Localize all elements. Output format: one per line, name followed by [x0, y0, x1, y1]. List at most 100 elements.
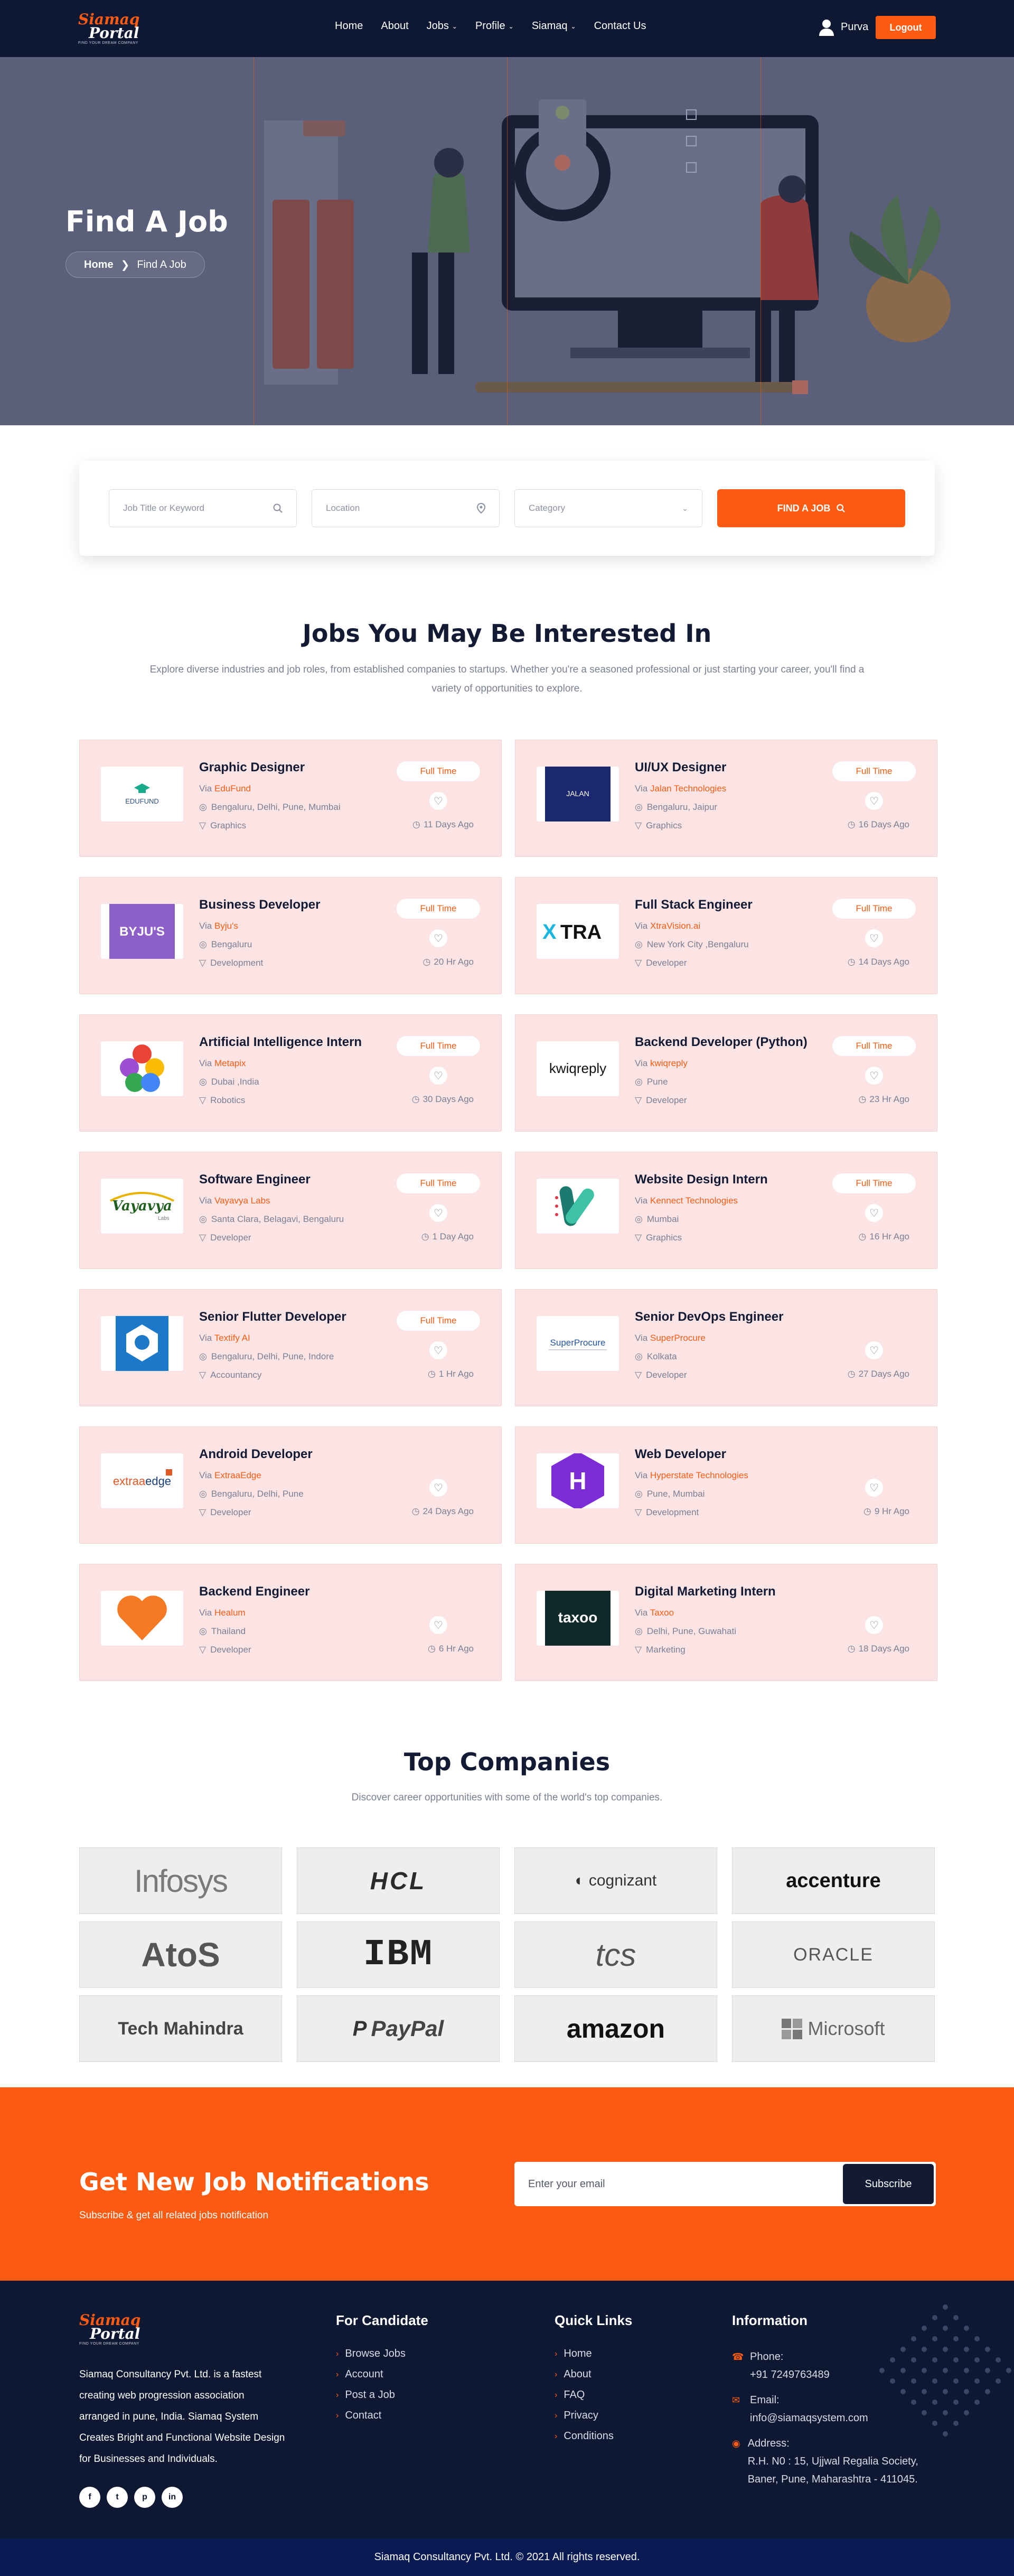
- linkedin-icon[interactable]: in: [162, 2487, 183, 2508]
- company-logo[interactable]: [101, 1316, 183, 1371]
- job-title[interactable]: Backend Developer (Python): [635, 1035, 808, 1050]
- job-card[interactable]: H Web Developer Via Hyperstate Technologie…: [515, 1426, 937, 1544]
- company-link[interactable]: Byju's: [214, 921, 238, 931]
- company-logo[interactable]: extraaedge: [101, 1453, 183, 1508]
- site-logo[interactable]: Siamaq Portal FIND YOUR DREAM COMPANY: [78, 12, 157, 45]
- facebook-icon[interactable]: f: [79, 2487, 100, 2508]
- job-card[interactable]: JALAN UI/UX Designer Via Jalan Technologie…: [515, 740, 937, 857]
- footer-link[interactable]: › Privacy: [555, 2410, 632, 2422]
- nav-item-siamaq[interactable]: Siamaq ⌄: [523, 20, 585, 32]
- keyword-input[interactable]: Job Title or Keyword: [109, 489, 297, 527]
- company-logo-tile[interactable]: HCL: [297, 1847, 500, 1914]
- job-card[interactable]: X TRA Full Stack Engineer Via XtraVision.ai…: [515, 877, 937, 994]
- company-link[interactable]: Taxoo: [650, 1608, 674, 1618]
- company-logo-tile[interactable]: ◐ cognizant: [514, 1847, 717, 1914]
- category-select[interactable]: Category ⌄: [514, 489, 702, 527]
- company-logo[interactable]: X TRA: [537, 904, 619, 959]
- company-logo-tile[interactable]: P PayPal: [297, 1995, 500, 2062]
- heart-icon[interactable]: ♡: [865, 792, 883, 810]
- job-title[interactable]: Senior DevOps Engineer: [635, 1310, 783, 1324]
- heart-icon[interactable]: ♡: [865, 1616, 883, 1634]
- company-logo-tile[interactable]: Tech Mahindra: [79, 1995, 282, 2062]
- job-card[interactable]: Senior Flutter Developer Via Textify AI ◎ B…: [79, 1289, 502, 1406]
- pinterest-icon[interactable]: p: [134, 2487, 155, 2508]
- company-logo[interactable]: SuperProcure: [537, 1316, 619, 1371]
- job-title[interactable]: Website Design Intern: [635, 1172, 768, 1187]
- heart-icon[interactable]: ♡: [429, 1479, 447, 1497]
- job-card[interactable]: extraaedge Android Developer Via ExtraaEdg…: [79, 1426, 502, 1544]
- company-logo[interactable]: kwiqreply: [537, 1041, 619, 1096]
- company-logo[interactable]: [101, 1591, 183, 1646]
- job-title[interactable]: Senior Flutter Developer: [199, 1310, 346, 1324]
- heart-icon[interactable]: ♡: [429, 1616, 447, 1634]
- nav-item-contact-us[interactable]: Contact Us: [585, 20, 655, 32]
- job-card[interactable]: Backend Engineer Via Healum ◎ Thailand ▽ Deve…: [79, 1564, 502, 1681]
- company-logo[interactable]: EDUFUND: [101, 767, 183, 822]
- heart-icon[interactable]: ♡: [865, 929, 883, 947]
- company-link[interactable]: Healum: [214, 1608, 246, 1618]
- job-title[interactable]: Full Stack Engineer: [635, 898, 753, 912]
- job-title[interactable]: Graphic Designer: [199, 760, 305, 775]
- company-logo[interactable]: [537, 1179, 619, 1234]
- company-logo-tile[interactable]: Microsoft: [732, 1995, 935, 2062]
- job-card[interactable]: Vayavya Labs Software Engineer Via Vayavya …: [79, 1152, 502, 1269]
- job-title[interactable]: Artificial Intelligence Intern: [199, 1035, 362, 1050]
- location-input[interactable]: Location: [312, 489, 500, 527]
- job-card[interactable]: kwiqreply Backend Developer (Python) Via k…: [515, 1014, 937, 1132]
- job-card[interactable]: Artificial Intelligence Intern Via Metapi…: [79, 1014, 502, 1132]
- breadcrumb-home-link[interactable]: Home: [84, 259, 114, 271]
- heart-icon[interactable]: ♡: [865, 1067, 883, 1085]
- company-link[interactable]: XtraVision.ai: [650, 921, 700, 931]
- find-job-button[interactable]: FIND A JOB: [717, 489, 905, 527]
- nav-item-jobs[interactable]: Jobs ⌄: [418, 20, 466, 32]
- company-link[interactable]: Hyperstate Technologies: [650, 1470, 748, 1480]
- heart-icon[interactable]: ♡: [429, 792, 447, 810]
- nav-item-profile[interactable]: Profile ⌄: [466, 20, 523, 32]
- footer-link[interactable]: › Post a Job: [336, 2389, 428, 2401]
- company-logo-tile[interactable]: accenture: [732, 1847, 935, 1914]
- nav-item-about[interactable]: About: [372, 20, 417, 32]
- footer-link[interactable]: › Home: [555, 2348, 632, 2360]
- heart-icon[interactable]: ♡: [429, 929, 447, 947]
- company-logo[interactable]: JALAN: [537, 767, 619, 822]
- nav-item-home[interactable]: Home: [326, 20, 372, 32]
- heart-icon[interactable]: ♡: [429, 1204, 447, 1222]
- company-logo[interactable]: Vayavya Labs: [101, 1179, 183, 1234]
- company-logo-tile[interactable]: AtoS: [79, 1921, 282, 1988]
- company-link[interactable]: Vayavya Labs: [214, 1196, 270, 1206]
- company-link[interactable]: Kennect Technologies: [650, 1196, 738, 1206]
- heart-icon[interactable]: ♡: [865, 1341, 883, 1359]
- twitter-icon[interactable]: t: [107, 2487, 128, 2508]
- job-card[interactable]: taxoo Digital Marketing Intern Via Taxoo ◎ D…: [515, 1564, 937, 1681]
- company-link[interactable]: SuperProcure: [650, 1333, 706, 1343]
- footer-link[interactable]: › Conditions: [555, 2430, 632, 2442]
- job-title[interactable]: Software Engineer: [199, 1172, 311, 1187]
- company-link[interactable]: Metapix: [214, 1058, 246, 1068]
- company-link[interactable]: ExtraaEdge: [214, 1470, 261, 1480]
- footer-link[interactable]: › Contact: [336, 2410, 428, 2422]
- job-card[interactable]: BYJU'S Business Developer Via Byju's ◎ Benga…: [79, 877, 502, 994]
- company-link[interactable]: Textify AI: [214, 1333, 250, 1343]
- company-link[interactable]: Jalan Technologies: [650, 783, 726, 794]
- company-logo-tile[interactable]: IBM: [297, 1921, 500, 1988]
- company-logo[interactable]: [101, 1041, 183, 1096]
- heart-icon[interactable]: ♡: [429, 1341, 447, 1359]
- footer-logo[interactable]: Siamaq Portal FIND YOUR DREAM COMPANY: [79, 2312, 140, 2346]
- job-title[interactable]: Web Developer: [635, 1447, 726, 1462]
- company-logo-tile[interactable]: amazon: [514, 1995, 717, 2062]
- job-card[interactable]: Website Design Intern Via Kennect Technol…: [515, 1152, 937, 1269]
- heart-icon[interactable]: ♡: [865, 1204, 883, 1222]
- email-value[interactable]: info@siamaqsystem.com: [750, 2409, 868, 2427]
- footer-link[interactable]: › Account: [336, 2368, 428, 2381]
- company-logo-tile[interactable]: tcs: [514, 1921, 717, 1988]
- job-title[interactable]: Digital Marketing Intern: [635, 1584, 776, 1599]
- job-title[interactable]: Business Developer: [199, 898, 320, 912]
- heart-icon[interactable]: ♡: [865, 1479, 883, 1497]
- company-logo[interactable]: taxoo: [537, 1591, 619, 1646]
- job-title[interactable]: UI/UX Designer: [635, 760, 726, 775]
- logout-button[interactable]: Logout: [876, 16, 936, 39]
- footer-link[interactable]: › About: [555, 2368, 632, 2381]
- job-card[interactable]: SuperProcure Senior DevOps Engineer Via Su…: [515, 1289, 937, 1406]
- phone-value[interactable]: +91 7249763489: [750, 2366, 830, 2384]
- user-profile[interactable]: Purva: [818, 18, 868, 36]
